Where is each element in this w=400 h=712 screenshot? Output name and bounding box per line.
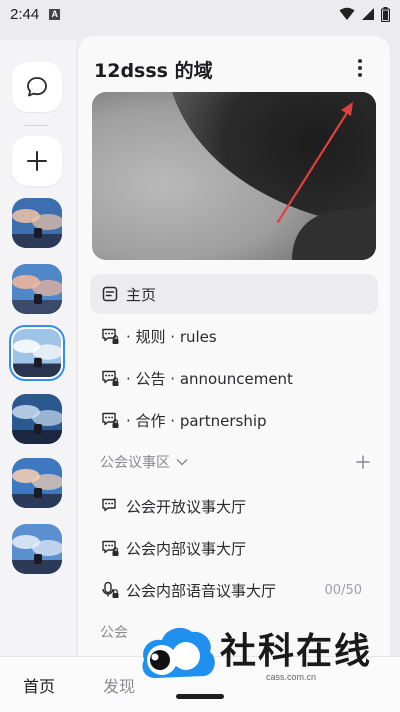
locked-chat-icon	[100, 538, 120, 558]
channel-panel: 12dsss 的域 主页 · 规则 · rules · 公告 · announc…	[78, 36, 390, 656]
server-icon-1[interactable]	[12, 198, 62, 248]
watermark-logo: 社科在线 cass.com.cn	[138, 610, 392, 698]
server-icon-6[interactable]	[12, 524, 62, 574]
chat-bubble-icon	[27, 77, 47, 97]
plus-icon	[27, 151, 47, 171]
battery-icon	[381, 6, 390, 22]
channel-open-hall[interactable]: 公会开放议事大厅	[90, 486, 378, 526]
tab-discover[interactable]: 发现	[103, 673, 135, 697]
channel-internal-voice-hall[interactable]: 公会内部语音议事大厅 00/50	[90, 570, 378, 610]
channel-internal-hall[interactable]: 公会内部议事大厅	[90, 528, 378, 568]
channel-announcement[interactable]: · 公告 · announcement	[90, 358, 378, 398]
watermark-url: cass.com.cn	[266, 672, 317, 682]
category-label: 公会议事区	[100, 455, 170, 471]
direct-messages-button[interactable]	[12, 62, 62, 112]
signal-icon	[362, 8, 374, 20]
status-time: 2:44	[10, 5, 40, 23]
channel-rules[interactable]: · 规则 · rules	[90, 316, 378, 356]
chat-icon	[100, 496, 120, 516]
channel-home[interactable]: 主页	[90, 274, 378, 314]
server-icon-5[interactable]	[12, 458, 62, 508]
channel-label: 公会内部议事大厅	[126, 539, 247, 558]
add-server-button[interactable]	[12, 136, 62, 186]
channel-label: · 合作 · partnership	[126, 411, 267, 430]
tab-home[interactable]: 首页	[23, 673, 55, 697]
add-channel-plus-icon[interactable]	[356, 450, 370, 474]
notification-badge: A	[49, 8, 61, 20]
locked-chat-icon	[100, 368, 120, 388]
locked-chat-icon	[100, 410, 120, 430]
channel-label: 公会开放议事大厅	[126, 497, 247, 516]
channel-label: · 规则 · rules	[126, 327, 217, 346]
category-label-partial: 公会	[100, 625, 128, 641]
channel-label: 公会内部语音议事大厅	[126, 581, 277, 600]
chevron-down-icon	[176, 454, 188, 470]
status-bar: 2:44 A	[0, 0, 400, 28]
server-icon-4[interactable]	[12, 394, 62, 444]
voice-member-count: 00/50	[324, 582, 362, 598]
server-rail	[0, 40, 76, 656]
channel-label: · 公告 · announcement	[126, 369, 293, 388]
locked-voice-icon	[100, 580, 120, 600]
rail-divider	[25, 125, 49, 126]
category-header[interactable]: 公会议事区	[100, 450, 370, 474]
server-icon-2[interactable]	[12, 264, 62, 314]
annotation-arrow	[276, 102, 353, 224]
locked-chat-icon	[100, 326, 120, 346]
wifi-icon	[339, 7, 355, 20]
watermark-brand: 社科在线	[220, 631, 373, 672]
channel-home-label: 主页	[126, 285, 157, 304]
status-indicators	[339, 6, 390, 22]
home-channel-icon	[100, 284, 120, 304]
server-icon-3[interactable]	[9, 325, 65, 381]
channel-partnership[interactable]: · 合作 · partnership	[90, 400, 378, 440]
